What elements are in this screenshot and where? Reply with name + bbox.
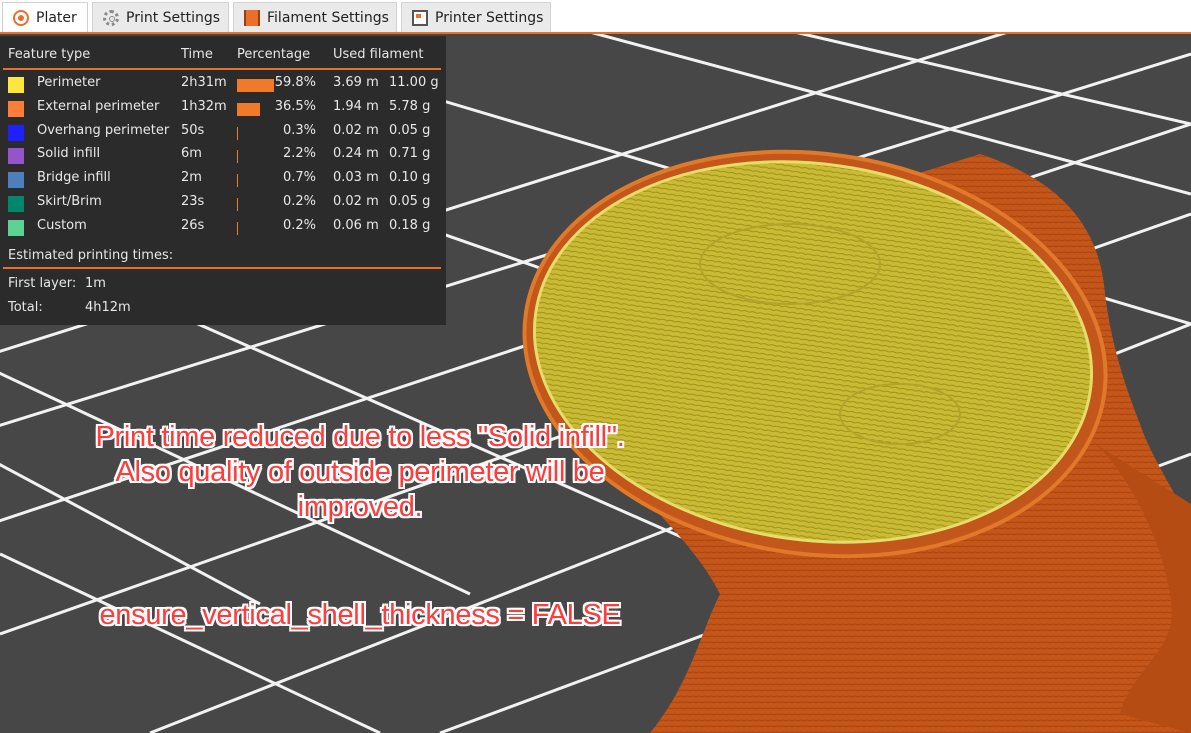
total-label: Total: <box>8 300 43 315</box>
percentage-bar <box>237 126 238 140</box>
first-layer-label: First layer: <box>8 276 77 291</box>
legend-panel: Feature type Time Percentage Used filame… <box>0 36 446 325</box>
filament-weight: 0.05 g <box>389 122 431 138</box>
color-swatch <box>8 77 24 93</box>
gear-icon <box>103 9 119 26</box>
feature-name: External perimeter <box>37 98 160 114</box>
feature-percent: 0.2% <box>282 217 316 233</box>
feature-percent: 0.2% <box>282 194 316 209</box>
annotation-line-1: Print time reduced due to less "Solid in… <box>95 421 625 453</box>
feature-time: 26s <box>181 217 205 233</box>
filament-weight: 0.71 g <box>389 146 431 162</box>
legend-row: Overhang perimeter 50s 0.3% 0.02 m 0.05 g <box>0 121 446 141</box>
feature-time: 2m <box>181 170 202 186</box>
tab-label: Printer Settings <box>435 9 544 26</box>
tab-filament-settings[interactable]: Filament Settings <box>233 2 397 32</box>
first-layer-value: 1m <box>85 276 106 291</box>
percentage-bar <box>237 150 238 164</box>
filament-length: 1.94 m <box>333 98 379 114</box>
filament-length: 0.02 m <box>333 122 379 138</box>
feature-name: Overhang perimeter <box>37 122 170 138</box>
tab-label: Print Settings <box>126 9 221 26</box>
percentage-bar <box>237 198 238 211</box>
estimated-times-title: Estimated printing times: <box>8 248 174 263</box>
tab-label: Plater <box>36 9 77 26</box>
annotation-line-2: Also quality of outside perimeter will b… <box>115 456 605 488</box>
color-swatch <box>8 219 24 236</box>
feature-name: Skirt/Brim <box>37 194 102 209</box>
filament-length: 0.06 m <box>333 217 379 233</box>
legend-row: Solid infill 6m 2.2% 0.24 m 0.71 g <box>0 144 446 165</box>
filament-length: 0.02 m <box>333 194 379 209</box>
feature-name: Solid infill <box>37 146 101 162</box>
color-swatch <box>8 196 24 212</box>
filament-spool-icon <box>244 9 260 26</box>
estimated-divider <box>3 267 441 269</box>
color-swatch <box>8 172 24 189</box>
feature-name: Perimeter <box>37 75 101 90</box>
tab-printer-settings[interactable]: Printer Settings <box>401 2 551 32</box>
feature-time: 6m <box>181 146 202 162</box>
filament-weight: 0.18 g <box>389 217 431 233</box>
percentage-bar <box>237 102 260 116</box>
color-swatch <box>8 124 24 141</box>
filament-weight: 5.78 g <box>389 98 431 114</box>
filament-length: 3.69 m <box>333 75 379 90</box>
percentage-bar <box>237 79 274 92</box>
legend-row: External perimeter 1h32m 36.5% 1.94 m 5.78 g <box>0 97 446 117</box>
feature-time: 2h31m <box>181 75 227 90</box>
color-swatch <box>8 100 24 117</box>
feature-time: 50s <box>181 122 205 138</box>
printer-icon <box>412 9 428 26</box>
filament-length: 0.03 m <box>333 170 379 186</box>
feature-name: Custom <box>37 217 87 233</box>
color-swatch <box>8 148 24 165</box>
plater-icon <box>13 9 29 26</box>
legend-row: Bridge infill 2m 0.7% 0.03 m 0.10 g <box>0 168 446 189</box>
filament-weight: 0.10 g <box>389 170 431 186</box>
feature-percent: 36.5% <box>274 98 316 114</box>
legend-row: Custom 26s 0.2% 0.06 m 0.18 g <box>0 216 446 236</box>
feature-name: Bridge infill <box>37 170 111 186</box>
filament-length: 0.24 m <box>333 146 379 162</box>
feature-percent: 0.7% <box>282 170 316 186</box>
feature-percent: 59.8% <box>274 75 316 90</box>
tab-label: Filament Settings <box>267 9 389 26</box>
feature-time: 23s <box>181 194 205 209</box>
percentage-bar <box>237 174 238 188</box>
legend-row: Skirt/Brim 23s 0.2% 0.02 m 0.05 g <box>0 192 446 212</box>
header-divider <box>3 68 441 70</box>
percentage-bar <box>237 221 238 235</box>
legend-row: Perimeter 2h31m 59.8% 3.69 m 11.00 g <box>0 73 446 93</box>
feature-percent: 2.2% <box>282 146 316 162</box>
filament-weight: 0.05 g <box>389 194 431 209</box>
total-value: 4h12m <box>85 300 131 315</box>
tab-plater[interactable]: Plater <box>2 2 88 32</box>
tab-print-settings[interactable]: Print Settings <box>92 2 229 32</box>
header-feature-type: Feature type <box>8 47 91 62</box>
filament-weight: 11.00 g <box>389 75 439 90</box>
header-percentage: Percentage <box>237 47 311 62</box>
header-used-filament: Used filament <box>333 47 424 62</box>
feature-percent: 0.3% <box>282 122 316 138</box>
annotation-line-3: improved. <box>297 491 423 523</box>
tab-bar: Plater Print Settings Filament Settings … <box>0 0 1191 34</box>
feature-time: 1h32m <box>181 98 227 114</box>
annotation-setting: ensure_vertical_shell_thickness = FALSE <box>99 599 621 631</box>
header-time: Time <box>181 47 213 62</box>
